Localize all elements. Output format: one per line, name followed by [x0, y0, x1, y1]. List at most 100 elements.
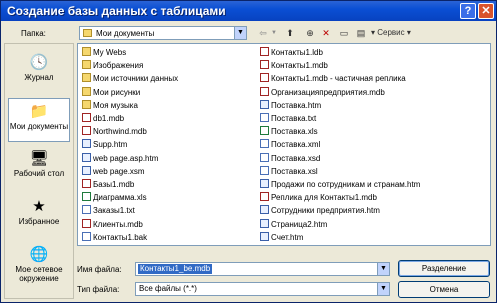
my-documents-icon: 📁: [29, 103, 49, 120]
file-name: Диаграмма.xls: [93, 193, 147, 203]
place-label: Мое сетевое окружение: [15, 265, 63, 283]
file-item[interactable]: Поставка.xls: [260, 126, 318, 136]
file-item[interactable]: Поставка.xml: [260, 139, 320, 149]
file-icon: [82, 192, 91, 202]
chevron-down-icon[interactable]: ▼: [377, 263, 389, 275]
place-favorites[interactable]: ★ Избранное: [8, 194, 70, 238]
file-name: Поставка.txt: [271, 114, 317, 123]
file-item[interactable]: Поставка.xsd: [260, 152, 320, 163]
favorites-icon: ★: [32, 198, 46, 215]
file-item[interactable]: Контакты1.mdb: [260, 60, 328, 70]
file-item[interactable]: Мои рисунки: [82, 86, 140, 97]
file-item[interactable]: Заказы1.txt: [82, 205, 135, 215]
file-item[interactable]: db1.mdb: [82, 113, 124, 123]
file-name: web page.xsm: [93, 166, 145, 176]
web-search-icon[interactable]: ⊕: [303, 26, 317, 40]
file-item[interactable]: Диаграмма.xls: [82, 192, 147, 202]
file-item[interactable]: Страница2.htm: [260, 218, 327, 229]
file-icon: [82, 113, 91, 122]
save-dialog: Создание базы данных с таблицами ? ✕ Пап…: [0, 0, 497, 303]
file-icon: [260, 99, 269, 109]
file-item[interactable]: Контакты1.ldb: [260, 47, 323, 57]
file-icon: [260, 218, 269, 228]
file-icon: [82, 179, 91, 188]
place-history[interactable]: 🕓 Журнал: [8, 50, 70, 94]
places-bar: 🕓 Журнал 📁 Мои документы 🖥 Рабочий стол …: [4, 43, 74, 299]
filetype-value: Все файлы (*.*): [139, 284, 197, 293]
file-item[interactable]: Моя музыка: [82, 99, 138, 110]
file-item[interactable]: Мои источники данных: [82, 73, 178, 83]
lookin-value: Мои документы: [96, 29, 155, 38]
file-name: Реплика для Контакты1.mdb: [271, 193, 377, 203]
place-label: Рабочий стол: [13, 169, 65, 178]
help-button[interactable]: ?: [460, 3, 476, 19]
folder-icon: [82, 86, 91, 96]
history-icon: 🕓: [29, 54, 49, 71]
file-name: Мои источники данных: [93, 74, 179, 84]
file-item[interactable]: Контакты1.mdb - частичная реплика: [260, 73, 406, 83]
file-item[interactable]: Supp.htm: [82, 139, 127, 149]
file-name: Контакты1.bak: [93, 232, 148, 242]
file-name: Поставка.htm: [271, 100, 322, 110]
file-icon: [82, 165, 91, 175]
place-my-documents[interactable]: 📁 Мои документы: [8, 98, 70, 142]
filetype-dropdown[interactable]: Все файлы (*.*) ▼: [135, 282, 390, 296]
window-title: Создание базы данных с таблицами: [7, 4, 226, 18]
file-item[interactable]: Поставка.txt: [260, 113, 316, 123]
place-label: Избранное: [18, 217, 60, 226]
back-arrow-icon[interactable]: ⇦: [255, 26, 271, 40]
file-item[interactable]: Поставка.htm: [260, 99, 322, 110]
file-icon: [260, 60, 269, 70]
file-item[interactable]: Базы1.mdb: [82, 179, 134, 189]
views-icon[interactable]: ▤: [353, 26, 369, 40]
filename-label: Имя файла:: [77, 265, 122, 274]
file-icon: [82, 152, 91, 162]
lookin-dropdown[interactable]: Мои документы ▼: [79, 26, 247, 40]
chevron-down-icon[interactable]: ▼: [377, 283, 389, 295]
file-item[interactable]: web page.asp.htm: [82, 152, 158, 163]
file-icon: [260, 126, 269, 136]
back-dropdown-icon[interactable]: ▼: [271, 26, 277, 40]
file-item[interactable]: Счет.htm: [260, 231, 303, 242]
close-button[interactable]: ✕: [478, 3, 494, 19]
file-icon: [260, 47, 269, 56]
filename-input[interactable]: Контакты1_be.mdb ▼: [135, 262, 390, 276]
file-item[interactable]: Клиенты.mdb: [82, 218, 143, 229]
file-item[interactable]: Продажи по сотрудникам и странам.htm: [260, 179, 420, 189]
file-icon: [260, 113, 269, 122]
create-button[interactable]: Разделение: [398, 260, 490, 277]
file-item[interactable]: Northwind.mdb: [82, 126, 147, 136]
place-network[interactable]: 🌐 Мое сетевое окружение: [8, 242, 70, 286]
file-name: Продажи по сотрудникам и странам.htm: [271, 180, 421, 189]
file-item[interactable]: Организацияпредприятия.mdb: [260, 86, 385, 97]
cancel-button[interactable]: Отмена: [398, 281, 490, 298]
file-icon: [82, 231, 91, 241]
file-name: db1.mdb: [93, 114, 125, 123]
title-bar[interactable]: Создание базы данных с таблицами ? ✕: [1, 1, 496, 21]
chevron-down-icon[interactable]: ▼: [234, 27, 246, 39]
file-item[interactable]: Изображения: [82, 60, 143, 70]
tools-menu[interactable]: ▾ Сервис ▾: [371, 26, 417, 40]
up-folder-icon[interactable]: ⬆: [283, 26, 297, 40]
file-item[interactable]: My Webs: [82, 47, 126, 57]
lookin-label: Папка:: [21, 29, 46, 38]
folder-icon: [82, 60, 91, 70]
file-name: Northwind.mdb: [93, 127, 147, 137]
file-item[interactable]: web page.xsm: [82, 165, 145, 176]
file-name: Поставка.xls: [271, 127, 318, 137]
file-item[interactable]: Контакты1.bak: [82, 231, 148, 242]
file-icon: [260, 73, 269, 83]
file-name: Supp.htm: [93, 140, 128, 150]
file-name: Организацияпредприятия.mdb: [271, 87, 385, 97]
file-list[interactable]: My Webs Изображения Мои источники данных Мо…: [77, 43, 491, 246]
file-item[interactable]: Сотрудники предприятия.htm: [260, 205, 380, 215]
file-name: Клиенты.mdb: [93, 219, 143, 229]
file-icon: [260, 231, 269, 241]
folder-icon: [82, 73, 91, 83]
file-item[interactable]: Реплика для Контакты1.mdb: [260, 192, 377, 202]
file-item[interactable]: Поставка.xsl: [260, 165, 318, 176]
file-name: Контакты1.ldb: [271, 48, 323, 57]
delete-icon[interactable]: ✕: [319, 26, 333, 40]
new-folder-icon[interactable]: ▭: [337, 26, 351, 40]
place-desktop[interactable]: 🖥 Рабочий стол: [8, 146, 70, 190]
